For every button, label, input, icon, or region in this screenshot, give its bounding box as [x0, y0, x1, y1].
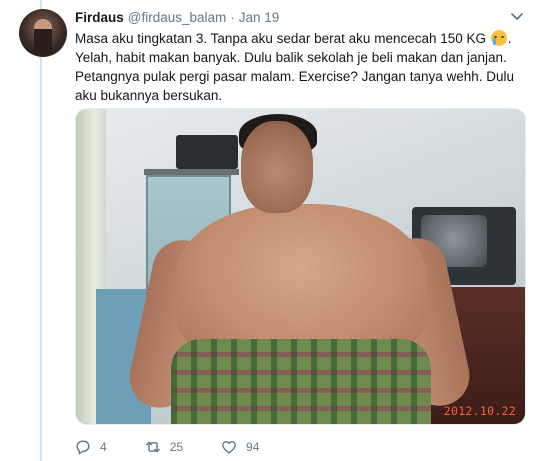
avatar[interactable] — [19, 9, 67, 57]
tweet-date[interactable]: Jan 19 — [239, 10, 280, 25]
tweet[interactable]: Firdaus @firdaus_balam · Jan 19 Masa aku… — [0, 0, 547, 461]
tweet-text-part-1: Masa aku tingkatan 3. Tanpa aku sedar be… — [75, 31, 490, 46]
reply-icon — [76, 440, 90, 455]
crying-face-icon — [490, 30, 507, 46]
photo-date-stamp: 2012.10.22 — [443, 404, 516, 418]
photo-radio — [176, 135, 238, 169]
tweet-photo[interactable]: 2012.10.22 — [75, 108, 526, 425]
avatar-figure — [34, 19, 52, 53]
retweet-button[interactable]: 25 — [145, 439, 183, 455]
photo-head — [241, 121, 313, 213]
retweet-count: 25 — [169, 440, 184, 454]
display-name[interactable]: Firdaus — [75, 10, 124, 25]
reply-button[interactable]: 4 — [75, 439, 107, 455]
reply-count: 4 — [100, 440, 107, 454]
chevron-down-icon[interactable] — [510, 12, 524, 22]
tweet-header: Firdaus @firdaus_balam · Jan 19 — [75, 10, 279, 28]
retweet-icon — [145, 441, 160, 453]
photo-shelf — [144, 169, 239, 175]
tweet-actions: 4 25 94 — [75, 438, 297, 456]
photo-sarong — [171, 339, 431, 424]
separator-dot: · — [230, 10, 235, 25]
like-button[interactable]: 94 — [221, 439, 259, 455]
tweet-text: Masa aku tingkatan 3. Tanpa aku sedar be… — [75, 29, 530, 105]
heart-icon — [222, 441, 236, 454]
like-count: 94 — [246, 440, 260, 454]
user-handle[interactable]: @firdaus_balam — [128, 10, 227, 25]
